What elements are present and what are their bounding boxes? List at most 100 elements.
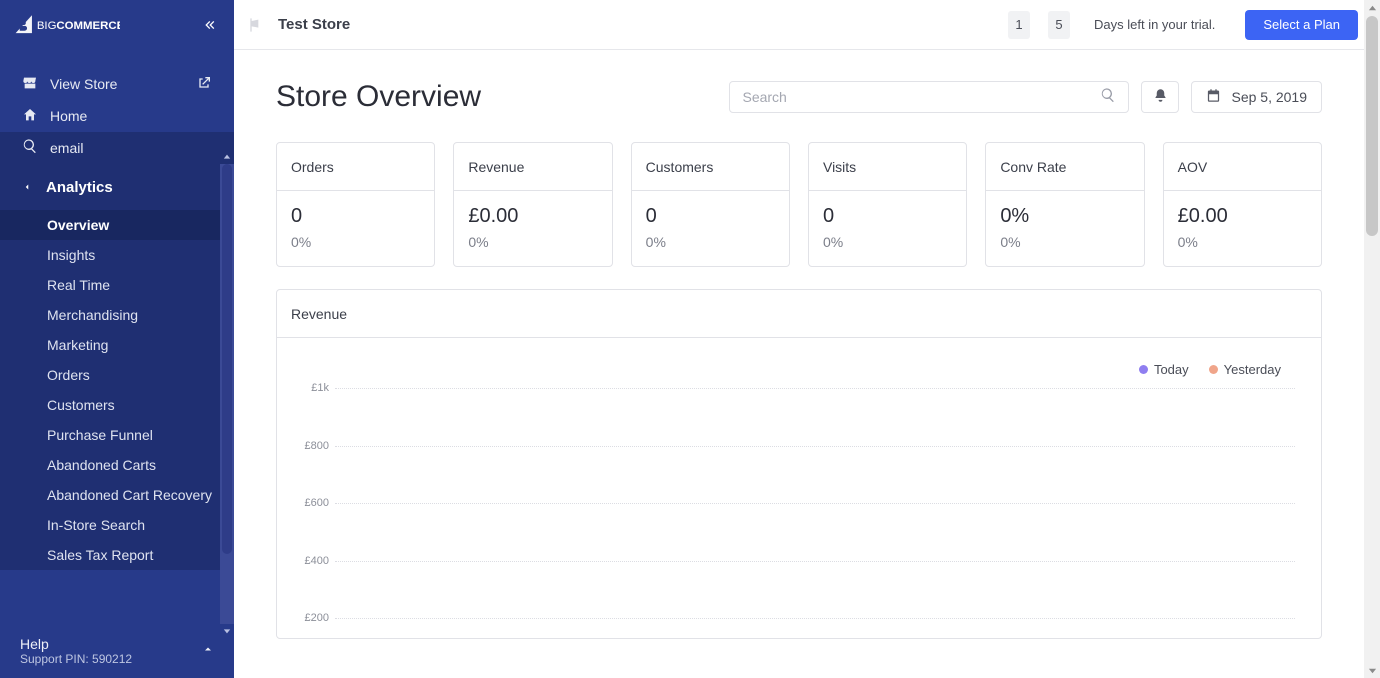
sidebar-search[interactable] [0,132,234,164]
subnav-purchase-funnel[interactable]: Purchase Funnel [0,420,234,450]
help-footer[interactable]: Help Support PIN: 590212 [0,624,234,678]
revenue-chart-panel: Revenue Today Yesterday £1k £800 £600 £4… [276,289,1322,639]
nav-home-label: Home [50,108,87,124]
card-orders[interactable]: Orders 0 0% [276,142,435,267]
subnav-sales-tax-report[interactable]: Sales Tax Report [0,540,234,570]
nav-view-store[interactable]: View Store [0,68,234,100]
svg-text:BIG: BIG [37,20,57,32]
sidebar-nav: View Store Home Analytics Overvie [0,50,234,570]
chart-legend: Today Yesterday [1139,362,1281,377]
subnav-label: Marketing [47,337,108,353]
subnav-orders[interactable]: Orders [0,360,234,390]
card-head: Orders [277,143,434,191]
nav-home[interactable]: Home [0,100,234,132]
brand-logo[interactable]: BIGCOMMERCE [14,13,120,37]
subnav-label: Overview [47,217,109,233]
chart-y-axis: £1k £800 £600 £400 £200 [293,388,329,618]
chart-body: Today Yesterday £1k £800 £600 £400 £200 [277,338,1321,638]
svg-text:COMMERCE: COMMERCE [56,20,120,32]
subnav-merchandising[interactable]: Merchandising [0,300,234,330]
sidebar-header: BIGCOMMERCE [0,0,234,50]
card-value: 0 [823,205,952,228]
card-head: Visits [809,143,966,191]
subnav-label: Purchase Funnel [47,427,153,443]
topbar: Test Store 1 5 Days left in your trial. … [234,0,1380,50]
sidebar-section-analytics[interactable]: Analytics [0,164,234,210]
card-aov[interactable]: AOV £0.000% [1163,142,1322,267]
card-revenue[interactable]: Revenue £0.00 0% [453,142,612,267]
date-picker-button[interactable]: Sep 5, 2019 [1191,81,1322,113]
card-head: AOV [1164,143,1321,191]
chart-gridlines [335,388,1295,618]
gridline [335,503,1295,504]
page-title: Store Overview [276,80,481,114]
legend-dot-today [1139,365,1148,374]
legend-label: Yesterday [1224,362,1281,377]
bell-icon [1153,88,1168,106]
card-sub: 0% [1000,234,1129,250]
subnav-label: Merchandising [47,307,138,323]
card-value: £0.00 [468,205,597,228]
subnav-label: Abandoned Carts [47,457,156,473]
sidebar-subnav: Overview Insights Real Time Merchandisin… [0,210,234,570]
select-plan-button[interactable]: Select a Plan [1245,10,1358,40]
card-sub: 0% [291,234,420,250]
y-tick: £400 [305,555,329,567]
card-sub: 0% [468,234,597,250]
y-tick: £200 [305,612,329,624]
subnav-abandoned-carts[interactable]: Abandoned Carts [0,450,234,480]
flag-icon [246,13,264,37]
calendar-icon [1206,88,1221,106]
subnav-label: Abandoned Cart Recovery [47,487,212,503]
store-icon [22,75,38,94]
subnav-label: Orders [47,367,90,383]
card-head: Customers [632,143,789,191]
card-value: £0.00 [1178,205,1307,228]
subnav-overview[interactable]: Overview [0,210,234,240]
gridline [335,446,1295,447]
subnav-marketing[interactable]: Marketing [0,330,234,360]
gridline [335,561,1295,562]
subnav-insights[interactable]: Insights [0,240,234,270]
subnav-label: Insights [47,247,95,263]
gridline [335,618,1295,619]
card-conv-rate[interactable]: Conv Rate 0%0% [985,142,1144,267]
subnav-real-time[interactable]: Real Time [0,270,234,300]
home-icon [22,107,38,126]
sidebar-scrollbar[interactable] [220,164,234,624]
main-scroll-thumb[interactable] [1366,16,1378,236]
trial-days-digit-2: 5 [1048,11,1070,39]
subnav-abandoned-cart-recovery[interactable]: Abandoned Cart Recovery [0,480,234,510]
sidebar-search-input[interactable] [50,140,231,156]
subnav-label: Real Time [47,277,110,293]
page-search-input[interactable] [742,89,1100,105]
open-new-icon [196,75,212,94]
scroll-down-icon[interactable] [220,624,234,638]
card-customers[interactable]: Customers 00% [631,142,790,267]
date-label: Sep 5, 2019 [1231,89,1307,105]
legend-today: Today [1139,362,1189,377]
scroll-up-icon[interactable] [220,150,234,164]
card-visits[interactable]: Visits 00% [808,142,967,267]
notifications-button[interactable] [1141,81,1179,113]
sidebar-collapse-button[interactable] [196,13,220,37]
trial-text: Days left in your trial. [1094,17,1215,32]
page-header: Store Overview Sep 5, 2019 [276,80,1322,114]
scroll-down-icon[interactable] [1364,662,1380,678]
legend-yesterday: Yesterday [1209,362,1281,377]
nav-view-store-label: View Store [50,76,117,92]
card-head: Revenue [454,143,611,191]
subnav-customers[interactable]: Customers [0,390,234,420]
page-search[interactable] [729,81,1129,113]
y-tick: £1k [311,382,329,394]
sidebar: BIGCOMMERCE View Store Home [0,0,234,678]
sidebar-scroll-thumb[interactable] [222,164,232,554]
card-value: 0 [291,205,420,228]
subnav-in-store-search[interactable]: In-Store Search [0,510,234,540]
sidebar-section-label: Analytics [46,179,113,196]
legend-label: Today [1154,362,1189,377]
page-controls: Sep 5, 2019 [729,81,1322,113]
main-scrollbar[interactable] [1364,0,1380,678]
scroll-up-icon[interactable] [1364,0,1380,16]
help-title: Help [20,636,132,653]
